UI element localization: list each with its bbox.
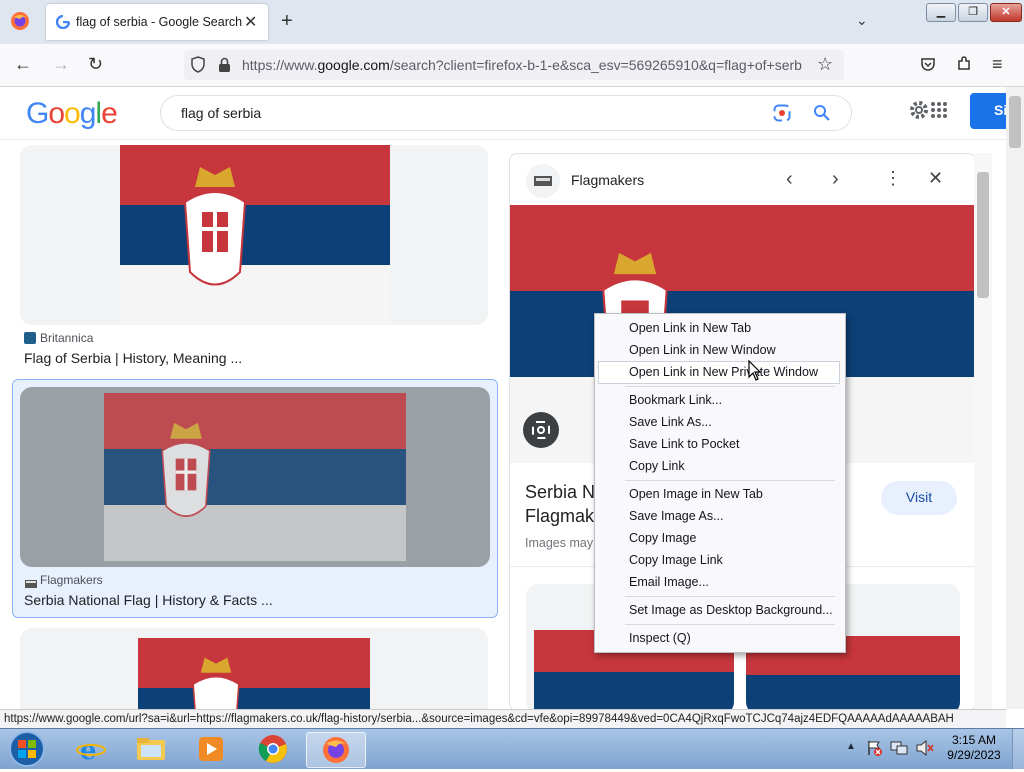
google-logo[interactable]: Google bbox=[26, 97, 118, 131]
firefox-icon[interactable] bbox=[10, 11, 30, 31]
panel-source[interactable]: Flagmakers bbox=[571, 172, 644, 188]
menu-separator bbox=[625, 624, 835, 625]
tab-bar: flag of serbia - Google Search ✕ + ⌄ ▁ ❐… bbox=[0, 0, 1024, 44]
serbia-flag-image bbox=[138, 638, 370, 709]
more-vert-icon[interactable]: ⋮ bbox=[884, 168, 902, 189]
menu-copy-link[interactable]: Copy Link bbox=[599, 456, 839, 477]
svg-text:e: e bbox=[80, 736, 97, 763]
result-image[interactable] bbox=[20, 145, 488, 325]
new-tab-button[interactable]: + bbox=[281, 10, 293, 33]
result-source: Britannica bbox=[40, 331, 94, 345]
back-icon[interactable]: ← bbox=[14, 54, 32, 75]
flagmakers-icon bbox=[25, 576, 37, 591]
taskbar: e ▲ 3:15 AM 9/29/2023 bbox=[0, 728, 1024, 769]
settings-icon[interactable] bbox=[908, 99, 930, 124]
chevron-right-icon[interactable]: › bbox=[832, 168, 839, 191]
menu-set-desktop-background[interactable]: Set Image as Desktop Background... bbox=[599, 600, 839, 621]
panel-title-line1[interactable]: Serbia N bbox=[525, 482, 595, 503]
panel-subtitle: Images may bbox=[525, 536, 594, 550]
menu-email-image[interactable]: Email Image... bbox=[599, 572, 839, 593]
apps-icon[interactable] bbox=[930, 101, 948, 122]
taskbar-explorer-icon[interactable] bbox=[122, 732, 180, 766]
result-image[interactable] bbox=[20, 628, 488, 709]
lock-icon[interactable] bbox=[218, 57, 231, 76]
result-image[interactable] bbox=[20, 387, 490, 567]
star-icon[interactable]: ☆ bbox=[817, 54, 833, 75]
serbia-flag-image bbox=[104, 393, 406, 561]
network-icon[interactable] bbox=[890, 740, 908, 759]
google-header: Google flag of serbia Si bbox=[0, 87, 1010, 140]
close-window-button[interactable]: ✕ bbox=[990, 3, 1022, 22]
tab-title: flag of serbia - Google Search bbox=[76, 15, 243, 29]
reload-icon[interactable]: ↻ bbox=[88, 54, 103, 75]
taskbar-ie-icon[interactable]: e bbox=[62, 732, 120, 766]
menu-open-link-new-tab[interactable]: Open Link in New Tab bbox=[599, 318, 839, 339]
page-scrollbar-thumb[interactable] bbox=[1009, 96, 1021, 148]
search-box[interactable]: flag of serbia bbox=[160, 95, 852, 131]
menu-bookmark-link[interactable]: Bookmark Link... bbox=[599, 390, 839, 411]
menu-save-image-as[interactable]: Save Image As... bbox=[599, 506, 839, 527]
serbia-flag-image bbox=[120, 145, 390, 325]
panel-scrollbar-thumb[interactable] bbox=[977, 172, 989, 298]
panel-title-line2[interactable]: Flagmak bbox=[525, 506, 594, 527]
close-tab-icon[interactable]: ✕ bbox=[244, 12, 257, 32]
menu-separator bbox=[625, 386, 835, 387]
close-icon[interactable]: ✕ bbox=[928, 168, 943, 189]
extensions-icon[interactable] bbox=[956, 56, 972, 75]
clock[interactable]: 3:15 AM 9/29/2023 bbox=[944, 733, 1004, 763]
minimize-button[interactable]: ▁ bbox=[926, 3, 956, 22]
britannica-icon bbox=[24, 332, 36, 347]
menu-save-link-pocket[interactable]: Save Link to Pocket bbox=[599, 434, 839, 455]
taskbar-media-player-icon[interactable] bbox=[182, 732, 240, 766]
google-g-icon bbox=[55, 14, 71, 30]
sign-in-button[interactable]: Si bbox=[970, 93, 1010, 129]
status-bar: https://www.google.com/url?sa=i&url=http… bbox=[0, 709, 1006, 730]
url-text[interactable]: https://www.google.com/search?client=fir… bbox=[242, 57, 808, 73]
chevron-left-icon[interactable]: ‹ bbox=[786, 168, 793, 191]
search-query[interactable]: flag of serbia bbox=[181, 105, 261, 121]
lens-search-icon[interactable] bbox=[523, 412, 559, 448]
tab-active[interactable]: flag of serbia - Google Search ✕ bbox=[46, 4, 268, 40]
result-source: Flagmakers bbox=[40, 573, 103, 587]
lens-icon[interactable] bbox=[773, 104, 791, 125]
tab-list-chevron-icon[interactable]: ⌄ bbox=[856, 12, 868, 29]
clock-time: 3:15 AM bbox=[951, 733, 997, 747]
start-button[interactable] bbox=[6, 729, 48, 772]
result-card[interactable]: Britannica Flag of Serbia | History, Mea… bbox=[20, 145, 490, 370]
visit-button[interactable]: Visit bbox=[881, 481, 957, 515]
menu-copy-image-link[interactable]: Copy Image Link bbox=[599, 550, 839, 571]
pocket-icon[interactable] bbox=[920, 56, 936, 75]
menu-open-link-new-window[interactable]: Open Link in New Window bbox=[599, 340, 839, 361]
forward-icon[interactable]: → bbox=[52, 54, 70, 75]
menu-separator bbox=[625, 480, 835, 481]
result-card-selected[interactable]: Flagmakers Serbia National Flag | Histor… bbox=[12, 379, 498, 618]
restore-button[interactable]: ❐ bbox=[958, 3, 988, 22]
menu-icon[interactable]: ≡ bbox=[992, 54, 1003, 75]
menu-separator bbox=[625, 596, 835, 597]
show-desktop-button[interactable] bbox=[1012, 729, 1024, 769]
menu-open-image-new-tab[interactable]: Open Image in New Tab bbox=[599, 484, 839, 505]
menu-inspect[interactable]: Inspect (Q) bbox=[599, 628, 839, 649]
context-menu: Open Link in New Tab Open Link in New Wi… bbox=[594, 313, 846, 653]
flagmakers-icon bbox=[526, 164, 560, 198]
menu-copy-image[interactable]: Copy Image bbox=[599, 528, 839, 549]
tray-expand-icon[interactable]: ▲ bbox=[846, 741, 856, 752]
menu-save-link-as[interactable]: Save Link As... bbox=[599, 412, 839, 433]
menu-open-link-private-window[interactable]: Open Link in New Private Window bbox=[598, 361, 840, 384]
search-icon[interactable] bbox=[813, 104, 831, 125]
shield-icon[interactable] bbox=[190, 56, 206, 76]
action-center-icon[interactable] bbox=[866, 740, 882, 759]
page-scrollbar[interactable] bbox=[1006, 87, 1024, 709]
status-url: https://www.google.com/url?sa=i&url=http… bbox=[4, 713, 954, 725]
result-title[interactable]: Serbia National Flag | History & Facts .… bbox=[24, 592, 273, 608]
taskbar-firefox-icon[interactable] bbox=[306, 732, 366, 768]
navigation-bar: ← → ↻ https://www.google.com/search?clie… bbox=[0, 44, 1024, 87]
taskbar-chrome-icon[interactable] bbox=[244, 732, 302, 766]
volume-icon[interactable] bbox=[916, 739, 934, 759]
mouse-cursor-icon bbox=[748, 359, 762, 385]
clock-date: 9/29/2023 bbox=[947, 748, 1001, 762]
url-bar[interactable]: https://www.google.com/search?client=fir… bbox=[184, 50, 844, 80]
result-title[interactable]: Flag of Serbia | History, Meaning ... bbox=[24, 350, 242, 366]
result-card[interactable] bbox=[20, 628, 490, 709]
